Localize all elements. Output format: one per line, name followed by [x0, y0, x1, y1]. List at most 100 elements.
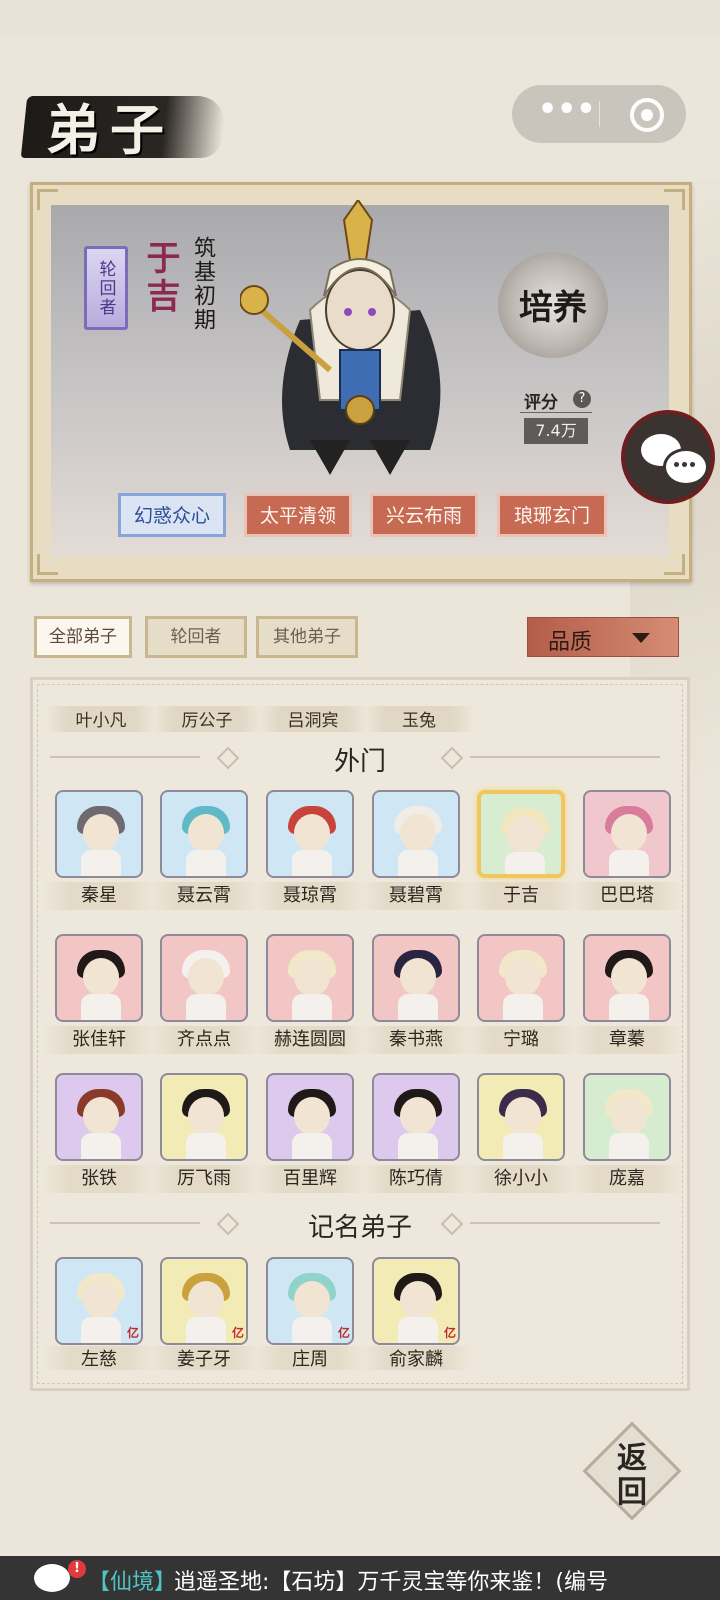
- list-item-name[interactable]: 玉兔: [364, 706, 474, 732]
- frame-corner: [664, 554, 685, 575]
- disciple-name: 左慈: [43, 1346, 155, 1370]
- disciple-card[interactable]: [372, 790, 460, 878]
- disciple-name: 张佳轩: [43, 1026, 155, 1054]
- portrait-body: [503, 1133, 543, 1159]
- disciple-card[interactable]: [372, 934, 460, 1022]
- disciple-name: 秦星: [43, 882, 155, 910]
- hero-name: 于吉: [140, 240, 180, 316]
- portrait-body: [609, 1133, 649, 1159]
- portrait-body: [186, 850, 226, 876]
- close-target-icon[interactable]: [630, 98, 664, 132]
- disciple-card[interactable]: [372, 1073, 460, 1161]
- tab-all-disciples[interactable]: 全部弟子: [34, 616, 132, 658]
- disciple-name: 聂碧霄: [360, 882, 472, 910]
- section-header-outer: 外门: [50, 737, 670, 777]
- portrait-body: [292, 850, 332, 876]
- disciple-card[interactable]: 亿: [55, 1257, 143, 1345]
- tab-reincarnators[interactable]: 轮回者: [145, 616, 247, 658]
- disciple-card[interactable]: [55, 790, 143, 878]
- portrait-face: [611, 958, 647, 996]
- portrait-face: [294, 1097, 330, 1135]
- portrait-body: [81, 994, 121, 1020]
- rank-badge: 亿: [337, 1326, 350, 1340]
- disciple-card[interactable]: 亿: [372, 1257, 460, 1345]
- skill-button[interactable]: 太平清领: [244, 493, 352, 537]
- disciple-card[interactable]: [160, 1073, 248, 1161]
- score-label: 评分: [524, 393, 558, 413]
- rank-badge: 亿: [443, 1326, 456, 1340]
- chat-ticker[interactable]: ! 【仙境】 逍遥圣地:【石坊】万千灵宝等你来鉴！(编号: [0, 1556, 720, 1600]
- portrait-face: [505, 1097, 541, 1135]
- reincarnator-badge: 轮回者: [84, 246, 128, 330]
- portrait-face: [83, 814, 119, 852]
- portrait-body: [609, 994, 649, 1020]
- disciple-card[interactable]: [160, 790, 248, 878]
- portrait-face: [294, 1281, 330, 1319]
- portrait-body: [292, 1133, 332, 1159]
- portrait-face: [294, 814, 330, 852]
- chat-button[interactable]: [621, 410, 715, 504]
- disciple-card[interactable]: [477, 934, 565, 1022]
- portrait-face: [505, 958, 541, 996]
- skill-button[interactable]: 琅琊玄门: [497, 493, 607, 537]
- disciple-card[interactable]: [477, 790, 565, 878]
- section-title: 外门: [333, 747, 386, 777]
- portrait-body: [398, 1133, 438, 1159]
- chevron-down-icon: [632, 633, 650, 643]
- portrait-face: [83, 1097, 119, 1135]
- portrait-face: [400, 958, 436, 996]
- disciple-name: 百里辉: [254, 1165, 366, 1193]
- tab-other-disciples[interactable]: 其他弟子: [256, 616, 358, 658]
- disciple-card[interactable]: [583, 790, 671, 878]
- portrait-face: [188, 1097, 224, 1135]
- disciple-card[interactable]: [477, 1073, 565, 1161]
- portrait-body: [503, 994, 543, 1020]
- back-label: 返回: [617, 1441, 647, 1510]
- disciple-card[interactable]: [266, 1073, 354, 1161]
- disciple-card[interactable]: [55, 1073, 143, 1161]
- frame-corner: [37, 554, 58, 575]
- portrait-face: [507, 816, 543, 854]
- portrait-face: [400, 814, 436, 852]
- disciple-name: 庄周: [254, 1346, 366, 1370]
- score-value: 7.4万: [524, 418, 588, 444]
- quality-dropdown[interactable]: 品质: [527, 617, 679, 657]
- disciple-card[interactable]: [160, 934, 248, 1022]
- portrait-body: [81, 1317, 121, 1343]
- top-status-strip: [0, 0, 720, 36]
- disciple-card[interactable]: [266, 934, 354, 1022]
- hero-realm: 筑基初期: [190, 236, 215, 332]
- disciple-card[interactable]: 亿: [160, 1257, 248, 1345]
- portrait-face: [294, 958, 330, 996]
- skill-button[interactable]: 幻惑众心: [118, 493, 226, 537]
- section-line: [470, 756, 660, 758]
- portrait-face: [611, 814, 647, 852]
- list-item-name[interactable]: 吕洞宾: [258, 706, 368, 732]
- portrait-body: [186, 1317, 226, 1343]
- disciple-name: 于吉: [465, 882, 577, 910]
- disciple-card[interactable]: [266, 790, 354, 878]
- disciple-card[interactable]: [583, 934, 671, 1022]
- portrait-body: [292, 1317, 332, 1343]
- portrait-face: [83, 1281, 119, 1319]
- section-header-registered: 记名弟子: [50, 1203, 670, 1243]
- disciple-card[interactable]: 亿: [266, 1257, 354, 1345]
- cultivate-button[interactable]: 培养: [498, 252, 608, 358]
- disciple-card[interactable]: [583, 1073, 671, 1161]
- score-help-icon[interactable]: ?: [573, 390, 591, 408]
- chat-dot: [682, 462, 687, 467]
- disciple-name: 聂云霄: [148, 882, 260, 910]
- list-item-name[interactable]: 厉公子: [152, 706, 262, 732]
- portrait-face: [400, 1281, 436, 1319]
- list-item-name[interactable]: 叶小凡: [46, 706, 156, 732]
- portrait-face: [400, 1097, 436, 1135]
- disciple-card[interactable]: [55, 934, 143, 1022]
- disciple-name: 徐小小: [465, 1165, 577, 1193]
- frame-corner: [37, 189, 58, 210]
- more-icon[interactable]: •••: [538, 95, 596, 130]
- disciple-name: 齐点点: [148, 1026, 260, 1054]
- capsule-divider: [599, 101, 600, 127]
- portrait-body: [609, 850, 649, 876]
- skill-button[interactable]: 兴云布雨: [370, 493, 478, 537]
- disciple-name: 张铁: [43, 1165, 155, 1193]
